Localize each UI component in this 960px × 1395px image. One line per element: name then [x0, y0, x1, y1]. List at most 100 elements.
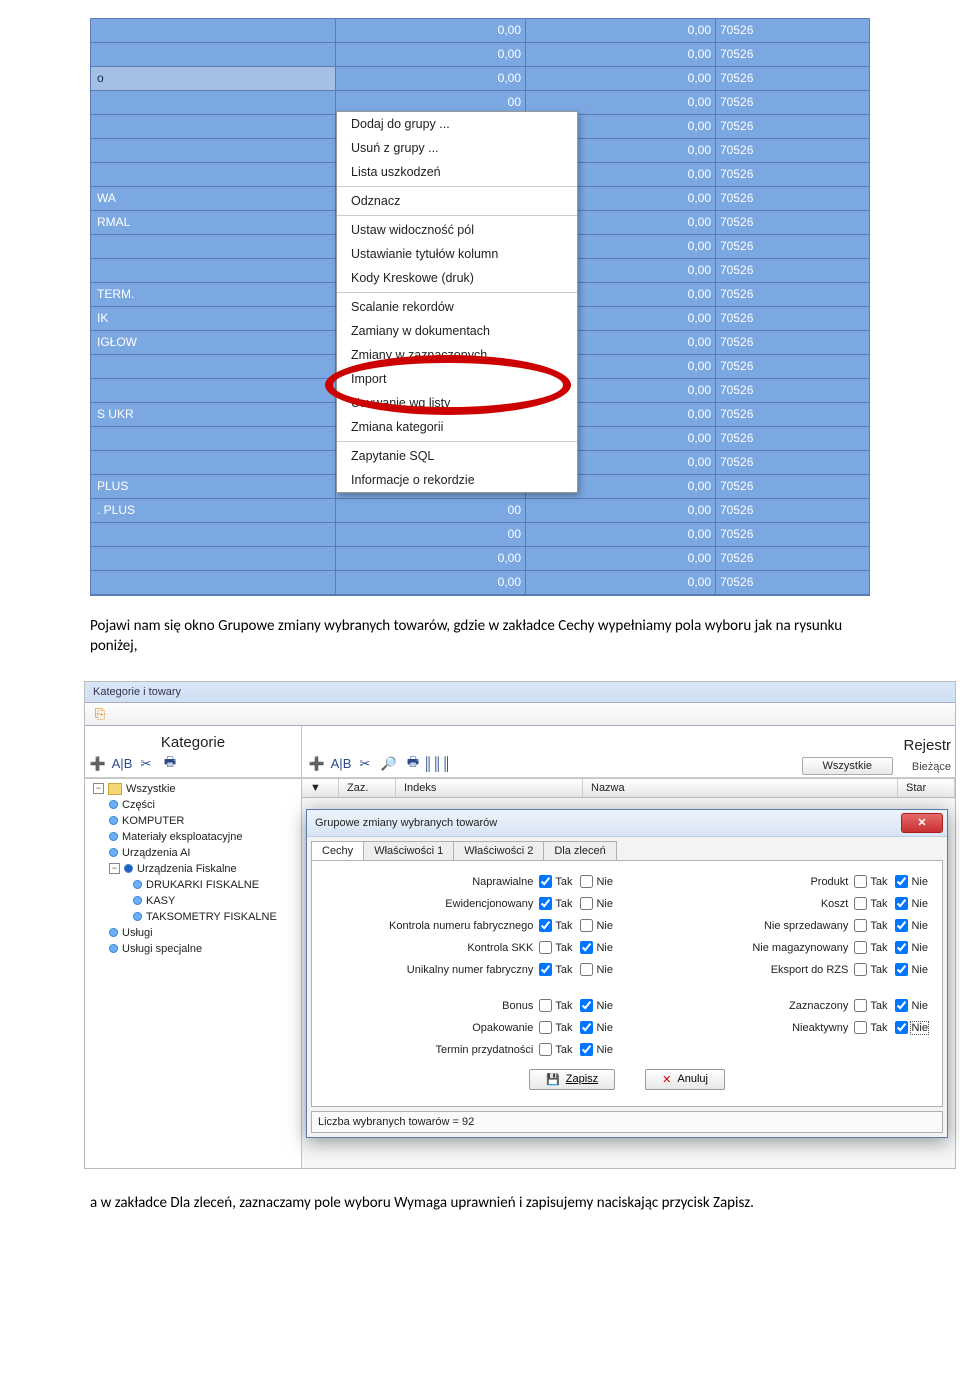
- grid-row-left[interactable]: . PLUS: [91, 499, 336, 523]
- checkbox-tak[interactable]: Tak: [539, 963, 572, 976]
- checkbox-nie[interactable]: Nie: [580, 919, 613, 932]
- category-tree[interactable]: −WszystkieCzęściKOMPUTERMateriały eksplo…: [85, 778, 302, 1168]
- print-icon[interactable]: 🖶: [161, 755, 179, 773]
- checkbox-nie[interactable]: Nie: [580, 1043, 613, 1056]
- grid-row-data[interactable]: 0,000,0070526: [336, 67, 869, 91]
- close-icon[interactable]: ✕: [901, 813, 943, 833]
- context-menu-item[interactable]: Lista uszkodzeń: [337, 160, 577, 184]
- grid-row-left[interactable]: [91, 379, 336, 403]
- grid-row-data[interactable]: 0,000,0070526: [336, 19, 869, 43]
- dialog-tab[interactable]: Dla zleceń: [543, 841, 616, 860]
- grid-row-left[interactable]: IK: [91, 307, 336, 331]
- grid-row-left[interactable]: WA: [91, 187, 336, 211]
- grid-row-left[interactable]: PLUS: [91, 475, 336, 499]
- checkbox-tak[interactable]: Tak: [854, 999, 887, 1012]
- col-nazwa[interactable]: Nazwa: [583, 779, 898, 797]
- tree-node[interactable]: Materiały eksploatacyjne: [85, 829, 301, 845]
- grid-row-left[interactable]: S UKR: [91, 403, 336, 427]
- add-icon[interactable]: ➕: [308, 755, 326, 773]
- grid-row-left[interactable]: [91, 115, 336, 139]
- barcode-icon[interactable]: ║║║: [428, 755, 446, 773]
- grid-row-data[interactable]: 0,000,0070526: [336, 547, 869, 571]
- col-indeks[interactable]: Indeks: [396, 779, 583, 797]
- checkbox-nie[interactable]: Nie: [580, 941, 613, 954]
- tree-node[interactable]: KOMPUTER: [85, 813, 301, 829]
- grid-row-left[interactable]: [91, 547, 336, 571]
- checkbox-nie[interactable]: Nie: [895, 1021, 928, 1034]
- grid-row-left[interactable]: o: [91, 67, 336, 91]
- context-menu-item[interactable]: Zamiany w dokumentach: [337, 319, 577, 343]
- rename-icon[interactable]: A|B: [332, 755, 350, 773]
- tree-node[interactable]: KASY: [85, 893, 301, 909]
- checkbox-nie[interactable]: Nie: [895, 999, 928, 1012]
- checkbox-tak[interactable]: Tak: [854, 919, 887, 932]
- checkbox-tak[interactable]: Tak: [539, 875, 572, 888]
- grid-row-left[interactable]: TERM.: [91, 283, 336, 307]
- context-menu-item[interactable]: Kody Kreskowe (druk): [337, 266, 577, 290]
- checkbox-nie[interactable]: Nie: [580, 897, 613, 910]
- context-menu-item[interactable]: Informacje o rekordzie: [337, 468, 577, 492]
- cut-icon[interactable]: ✂: [356, 755, 374, 773]
- context-menu-item[interactable]: Dodaj do grupy ...: [337, 112, 577, 136]
- context-menu-item[interactable]: Import: [337, 367, 577, 391]
- dialog-tab[interactable]: Właściwości 2: [453, 841, 544, 860]
- context-menu-item[interactable]: Odznacz: [337, 189, 577, 213]
- checkbox-tak[interactable]: Tak: [854, 1021, 887, 1034]
- tree-node[interactable]: DRUKARKI FISKALNE: [85, 877, 301, 893]
- checkbox-tak[interactable]: Tak: [539, 919, 572, 932]
- anuluj-button[interactable]: ✕ Anuluj: [645, 1069, 725, 1090]
- checkbox-tak[interactable]: Tak: [539, 999, 572, 1012]
- grid-row-left[interactable]: [91, 571, 336, 595]
- col-dropdown[interactable]: ▼: [302, 779, 339, 797]
- checkbox-tak[interactable]: Tak: [854, 963, 887, 976]
- context-menu-item[interactable]: Usuwanie wg listy: [337, 391, 577, 415]
- col-star[interactable]: Star: [898, 779, 955, 797]
- checkbox-nie[interactable]: Nie: [580, 963, 613, 976]
- grid-row-data[interactable]: 0,000,0070526: [336, 43, 869, 67]
- checkbox-nie[interactable]: Nie: [895, 919, 928, 932]
- tree-node[interactable]: Usługi: [85, 925, 301, 941]
- tree-node[interactable]: TAKSOMETRY FISKALNE: [85, 909, 301, 925]
- col-zaz[interactable]: Zaz.: [339, 779, 396, 797]
- context-menu-item[interactable]: Ustaw widoczność pól: [337, 218, 577, 242]
- context-menu-item[interactable]: Zapytanie SQL: [337, 444, 577, 468]
- tree-node[interactable]: −Wszystkie: [85, 781, 301, 797]
- context-menu-item[interactable]: Zmiany w zaznaczonych: [337, 343, 577, 367]
- checkbox-nie[interactable]: Nie: [580, 875, 613, 888]
- context-menu-item[interactable]: Ustawianie tytułów kolumn: [337, 242, 577, 266]
- checkbox-tak[interactable]: Tak: [854, 897, 887, 910]
- checkbox-nie[interactable]: Nie: [580, 999, 613, 1012]
- tree-node[interactable]: Usługi specjalne: [85, 941, 301, 957]
- grid-row-left[interactable]: [91, 19, 336, 43]
- exit-icon[interactable]: ⎘: [91, 705, 109, 723]
- checkbox-nie[interactable]: Nie: [895, 963, 928, 976]
- grid-row-left[interactable]: [91, 259, 336, 283]
- filter-all-button[interactable]: Wszystkie: [802, 757, 894, 775]
- grid-row-left[interactable]: [91, 451, 336, 475]
- checkbox-nie[interactable]: Nie: [895, 941, 928, 954]
- checkbox-tak[interactable]: Tak: [854, 875, 887, 888]
- add-icon[interactable]: ➕: [89, 755, 107, 773]
- rename-icon[interactable]: A|B: [113, 755, 131, 773]
- grid-row-left[interactable]: [91, 355, 336, 379]
- dialog-tab[interactable]: Cechy: [311, 841, 364, 860]
- checkbox-tak[interactable]: Tak: [539, 897, 572, 910]
- print-icon[interactable]: 🖶: [404, 755, 422, 773]
- checkbox-tak[interactable]: Tak: [854, 941, 887, 954]
- context-menu-item[interactable]: Zmiana kategorii: [337, 415, 577, 439]
- grid-row-data[interactable]: 0,000,0070526: [336, 571, 869, 595]
- tree-node[interactable]: Części: [85, 797, 301, 813]
- checkbox-tak[interactable]: Tak: [539, 1043, 572, 1056]
- cut-icon[interactable]: ✂: [137, 755, 155, 773]
- grid-row-left[interactable]: [91, 427, 336, 451]
- grid-row-data[interactable]: 000,0070526: [336, 523, 869, 547]
- context-menu-item[interactable]: Usuń z grupy ...: [337, 136, 577, 160]
- checkbox-nie[interactable]: Nie: [895, 875, 928, 888]
- zapisz-button[interactable]: 💾 Zapisz: [529, 1069, 615, 1090]
- context-menu-item[interactable]: Scalanie rekordów: [337, 295, 577, 319]
- dialog-tab[interactable]: Właściwości 1: [363, 841, 454, 860]
- grid-row-left[interactable]: [91, 43, 336, 67]
- checkbox-nie[interactable]: Nie: [580, 1021, 613, 1034]
- grid-row-left[interactable]: [91, 139, 336, 163]
- grid-row-left[interactable]: [91, 523, 336, 547]
